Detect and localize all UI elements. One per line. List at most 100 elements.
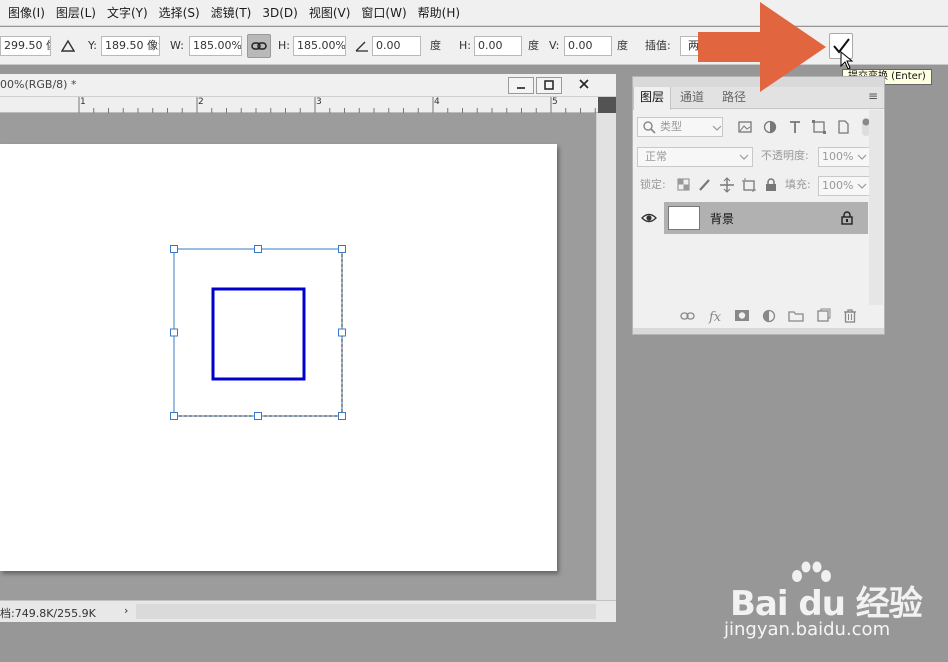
eye-icon [641, 213, 657, 223]
skew-h-unit: 度 [528, 39, 539, 52]
transform-handle[interactable] [170, 412, 178, 420]
transform-handle[interactable] [338, 412, 346, 420]
menu-select[interactable]: 选择(S) [157, 4, 209, 21]
ruler-number: 5 [552, 97, 558, 107]
y-label: Y: [88, 39, 97, 52]
shape-filter-icon[interactable] [811, 119, 827, 135]
maintain-aspect-ratio-button[interactable] [247, 34, 271, 58]
minimize-button[interactable] [508, 77, 534, 94]
menu-window[interactable]: 窗口(W) [359, 4, 415, 21]
layers-panel-footer: fx [633, 305, 884, 327]
skew-h-label: H: [459, 39, 471, 52]
svg-text:fx: fx [708, 310, 722, 324]
new-layer-icon[interactable] [815, 308, 831, 324]
menu-3d[interactable]: 3D(D) [260, 6, 306, 20]
transform-handle[interactable] [338, 328, 346, 337]
document-title: 00%(RGB/8) * [0, 78, 77, 91]
document-size-status: 档:749.8K/255.9K [0, 607, 96, 620]
menu-help[interactable]: 帮助(H) [416, 4, 469, 21]
chevron-down-icon [739, 154, 749, 160]
layer-name: 背景 [710, 212, 735, 226]
layers-scrollbar[interactable] [869, 110, 883, 305]
watermark-logo: Bai du 经验 [730, 584, 923, 624]
skew-v-unit: 度 [617, 39, 628, 52]
lock-pixels-icon[interactable] [697, 177, 713, 193]
ruler-number: 3 [316, 97, 322, 107]
baidu-jingyan-watermark: Bai du 经验 jingyan.baidu.com [724, 558, 948, 662]
height-scale-input[interactable]: 185.00% [293, 36, 346, 56]
skew-v-input[interactable]: 0.00 [564, 36, 612, 56]
tab-layers[interactable]: 图层 [633, 87, 672, 110]
layers-panel: 图层 通道 路径 ≡ 类型 正常 不透明度: 100% 锁定: 填充: 100% [632, 76, 885, 335]
width-scale-input[interactable]: 185.00% [189, 36, 242, 56]
x-position-input[interactable]: 299.50 像素 [0, 36, 51, 56]
new-adjustment-layer-icon[interactable] [761, 308, 777, 324]
transform-bounding-box[interactable] [173, 248, 343, 417]
rotate-input[interactable]: 0.00 [372, 36, 421, 56]
layer-visibility-toggle[interactable] [634, 202, 664, 234]
width-label: W: [170, 39, 184, 52]
interpolation-label: 插值: [645, 39, 671, 52]
transform-handle[interactable] [254, 245, 262, 253]
y-position-input[interactable]: 189.50 像素 [101, 36, 160, 56]
height-label: H: [278, 39, 290, 52]
status-menu-arrow[interactable]: › [124, 604, 128, 617]
link-layers-icon[interactable] [680, 308, 696, 324]
document-canvas[interactable] [0, 144, 557, 571]
new-group-folder-icon[interactable] [788, 308, 804, 324]
close-button[interactable] [564, 77, 606, 94]
skew-h-input[interactable]: 0.00 [474, 36, 522, 56]
skew-v-label: V: [549, 39, 560, 52]
tutorial-annotation-arrow [698, 2, 826, 92]
rotate-unit: 度 [430, 39, 441, 52]
add-mask-icon[interactable] [734, 308, 750, 324]
lock-icon [841, 211, 853, 225]
lock-all-icon[interactable] [763, 177, 779, 193]
horizontal-scrollbar[interactable] [136, 604, 596, 619]
lock-position-icon[interactable] [719, 177, 735, 193]
canvas-area[interactable] [0, 113, 596, 602]
adjustment-filter-icon[interactable] [762, 119, 778, 135]
transform-handle[interactable] [170, 245, 178, 253]
chevron-down-icon [712, 125, 722, 131]
layer-row-background[interactable]: 背景 [634, 202, 868, 234]
layer-style-fx-icon[interactable]: fx [708, 308, 726, 324]
ruler-number: 4 [434, 97, 440, 107]
layer-item[interactable]: 背景 [664, 202, 868, 234]
transform-handle[interactable] [170, 328, 178, 337]
status-bar: 档:749.8K/255.9K › [0, 600, 616, 622]
watermark-url: jingyan.baidu.com [724, 619, 891, 640]
document-window: 00%(RGB/8) * 1 2 3 4 5 档:749.8K/255.9K › [0, 74, 616, 622]
menu-view[interactable]: 视图(V) [307, 4, 360, 21]
panel-menu-icon[interactable]: ≡ [868, 89, 878, 103]
menu-layer[interactable]: 图层(L) [54, 4, 105, 21]
blend-mode-select[interactable]: 正常 [637, 147, 753, 167]
smart-object-filter-icon[interactable] [835, 119, 851, 135]
type-filter-icon[interactable] [787, 119, 803, 135]
rotate-angle-icon [355, 41, 368, 52]
relative-position-icon[interactable] [61, 39, 75, 53]
ruler-ticks [78, 97, 596, 113]
blue-square-shape[interactable] [211, 287, 306, 381]
horizontal-ruler: 1 2 3 4 5 [0, 97, 598, 113]
ruler-number: 2 [198, 97, 204, 107]
menu-type[interactable]: 文字(Y) [105, 4, 157, 21]
delete-layer-trash-icon[interactable] [842, 308, 858, 324]
transform-overlay [170, 245, 346, 420]
document-tab[interactable]: 00%(RGB/8) * [0, 74, 616, 97]
image-filter-icon[interactable] [737, 119, 753, 135]
lock-label: 锁定: [640, 178, 666, 191]
lock-transparency-icon[interactable] [676, 177, 692, 193]
transform-handle[interactable] [254, 412, 262, 420]
opacity-label: 不透明度: [761, 149, 809, 162]
lock-artboard-icon[interactable] [741, 177, 757, 193]
vertical-scrollbar[interactable] [596, 113, 616, 602]
link-icon [251, 42, 267, 50]
transform-handle[interactable] [338, 245, 346, 253]
search-icon [643, 121, 656, 134]
menu-image[interactable]: 图像(I) [6, 4, 54, 21]
panel-resize-grip[interactable] [633, 328, 884, 334]
minimize-icon [517, 87, 525, 89]
menu-filter[interactable]: 滤镜(T) [209, 4, 261, 21]
maximize-button[interactable] [536, 77, 562, 94]
